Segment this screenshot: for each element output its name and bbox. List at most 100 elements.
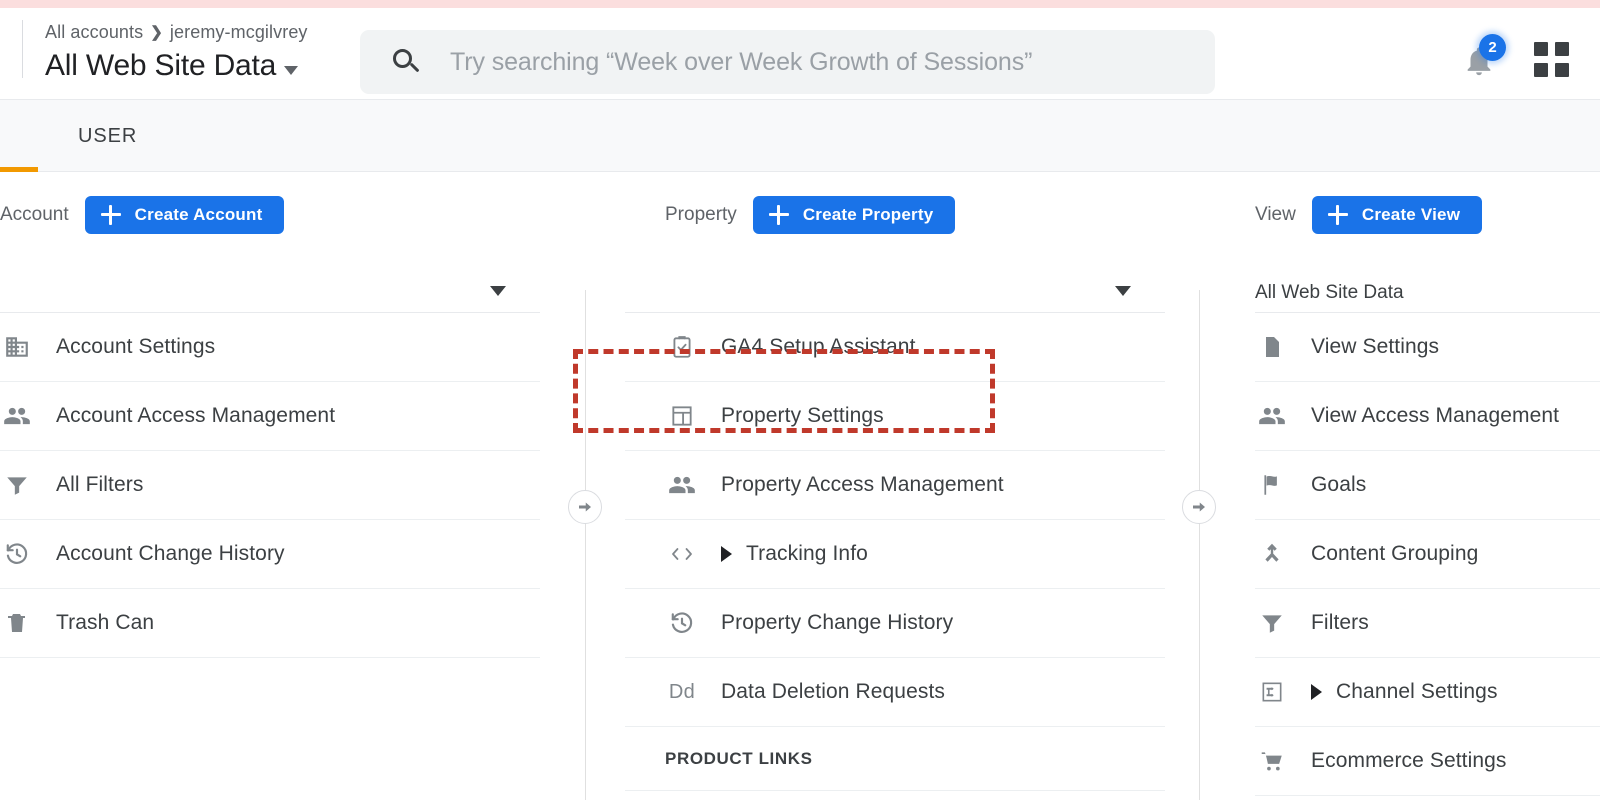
menu-item-property-settings[interactable]: Property Settings: [625, 382, 1165, 451]
menu-item-view-access-management[interactable]: View Access Management: [1255, 382, 1600, 451]
chevron-down-icon: [1115, 286, 1131, 296]
account-menu: Account Settings Account Access Manageme…: [0, 313, 540, 658]
menu-item-channel-settings[interactable]: Channel Settings: [1255, 658, 1600, 727]
chevron-down-icon: [284, 66, 298, 75]
page-title: All Web Site Data: [45, 48, 276, 84]
menu-item-label: Property Access Management: [721, 473, 1004, 497]
app-header: All accounts ❯ jeremy-mcgilvrey All Web …: [0, 8, 1600, 100]
menu-item-label: View Settings: [1311, 335, 1439, 359]
menu-item-ga4-setup-assistant[interactable]: GA4 Setup Assistant: [625, 313, 1165, 382]
header-left-group: All accounts ❯ jeremy-mcgilvrey All Web …: [22, 20, 308, 84]
menu-item-label: All Filters: [56, 473, 143, 497]
notifications-button[interactable]: 2: [1458, 38, 1504, 84]
breadcrumb-all-accounts[interactable]: All accounts: [45, 22, 143, 43]
channel-settings-icon: [1255, 677, 1289, 707]
plus-icon: [769, 205, 789, 225]
menu-item-label: Property Settings: [721, 404, 884, 428]
menu-item-content-grouping[interactable]: Content Grouping: [1255, 520, 1600, 589]
create-property-button[interactable]: Create Property: [753, 196, 956, 234]
chevron-down-icon: [490, 286, 506, 296]
arrow-right-circle-icon[interactable]: [1182, 490, 1216, 524]
header-divider: [22, 20, 23, 78]
menu-item-label: Property Change History: [721, 611, 953, 635]
menu-item-goals[interactable]: Goals: [1255, 451, 1600, 520]
create-account-button[interactable]: Create Account: [85, 196, 285, 234]
account-column: Account Create Account Account Se: [0, 172, 540, 658]
expand-triangle-icon[interactable]: [721, 546, 732, 562]
view-menu: View Settings View Access Management: [1255, 313, 1600, 796]
property-column: Property Create Property: [625, 172, 1165, 791]
search-bar[interactable]: Try searching “Week over Week Growth of …: [360, 30, 1215, 94]
layout-panel-icon: [665, 401, 699, 431]
people-icon: [665, 470, 699, 500]
menu-item-filters[interactable]: Filters: [1255, 589, 1600, 658]
funnel-icon: [1255, 608, 1289, 638]
tab-user-label: USER: [78, 125, 137, 148]
view-column-label: View: [1255, 204, 1296, 226]
view-column-header: View Create View: [1255, 172, 1600, 257]
search-input[interactable]: Try searching “Week over Week Growth of …: [450, 48, 1032, 77]
property-column-header: Property Create Property: [625, 172, 1165, 257]
notification-badge: 2: [1479, 34, 1506, 61]
property-column-label: Property: [665, 204, 737, 226]
menu-item-label: Data Deletion Requests: [721, 680, 945, 704]
menu-item-property-change-history[interactable]: Property Change History: [625, 589, 1165, 658]
tab-bar: N USER: [0, 100, 1600, 172]
menu-item-account-settings[interactable]: Account Settings: [0, 313, 540, 382]
menu-item-property-access-management[interactable]: Property Access Management: [625, 451, 1165, 520]
property-selector[interactable]: [625, 257, 1165, 313]
menu-item-label: Account Settings: [56, 335, 215, 359]
code-brackets-icon: [665, 539, 699, 569]
view-selector[interactable]: All Web Site Data: [45, 48, 308, 84]
top-accent-strip: [0, 0, 1600, 8]
view-column: View Create View All Web Site Data View …: [1255, 172, 1600, 796]
menu-item-label: Ecommerce Settings: [1311, 749, 1507, 773]
trash-icon: [0, 608, 34, 638]
clipboard-check-icon: [665, 332, 699, 362]
history-icon: [0, 539, 34, 569]
expand-triangle-icon[interactable]: [1311, 684, 1322, 700]
menu-item-all-filters[interactable]: All Filters: [0, 451, 540, 520]
breadcrumb-separator-icon: ❯: [150, 23, 163, 41]
tab-user[interactable]: USER: [78, 100, 137, 172]
create-view-label: Create View: [1362, 205, 1460, 225]
menu-item-data-deletion-requests[interactable]: Dd Data Deletion Requests: [625, 658, 1165, 727]
menu-item-ecommerce-settings[interactable]: Ecommerce Settings: [1255, 727, 1600, 796]
menu-item-label: Account Change History: [56, 542, 285, 566]
view-selector-value: All Web Site Data: [1255, 282, 1404, 304]
arrow-right-circle-icon[interactable]: [568, 490, 602, 524]
menu-item-label: Tracking Info: [746, 542, 868, 566]
create-view-button[interactable]: Create View: [1312, 196, 1482, 234]
menu-item-tracking-info[interactable]: Tracking Info: [625, 520, 1165, 589]
people-icon: [1255, 401, 1289, 431]
breadcrumb-account-name[interactable]: jeremy-mcgilvrey: [170, 22, 308, 43]
column-divider-property-view: [1199, 290, 1200, 800]
funnel-icon: [0, 470, 34, 500]
admin-columns: Account Create Account Account Se: [0, 172, 1600, 800]
menu-item-view-settings[interactable]: View Settings: [1255, 313, 1600, 382]
menu-item-label: Filters: [1311, 611, 1369, 635]
create-account-label: Create Account: [135, 205, 263, 225]
view-selector[interactable]: All Web Site Data: [1255, 257, 1600, 313]
account-column-label: Account: [0, 204, 69, 226]
breadcrumb: All accounts ❯ jeremy-mcgilvrey: [45, 20, 308, 44]
create-property-label: Create Property: [803, 205, 934, 225]
menu-item-account-access-management[interactable]: Account Access Management: [0, 382, 540, 451]
ga-admin-page: All accounts ❯ jeremy-mcgilvrey All Web …: [0, 0, 1600, 800]
menu-item-trash-can[interactable]: Trash Can: [0, 589, 540, 658]
content-grouping-icon: [1255, 539, 1289, 569]
property-menu: GA4 Setup Assistant Property Settings: [625, 313, 1165, 727]
search-icon: [392, 48, 420, 76]
section-header-label: PRODUCT LINKS: [665, 749, 813, 769]
apps-grid-icon[interactable]: [1534, 42, 1570, 78]
column-divider-account-property: [585, 290, 586, 800]
dd-text-icon: Dd: [665, 677, 699, 707]
flag-icon: [1255, 470, 1289, 500]
menu-item-label: View Access Management: [1311, 404, 1559, 428]
menu-item-account-change-history[interactable]: Account Change History: [0, 520, 540, 589]
history-icon: [665, 608, 699, 638]
account-selector[interactable]: [0, 257, 540, 313]
plus-icon: [101, 205, 121, 225]
menu-item-label: Account Access Management: [56, 404, 335, 428]
people-icon: [0, 401, 34, 431]
